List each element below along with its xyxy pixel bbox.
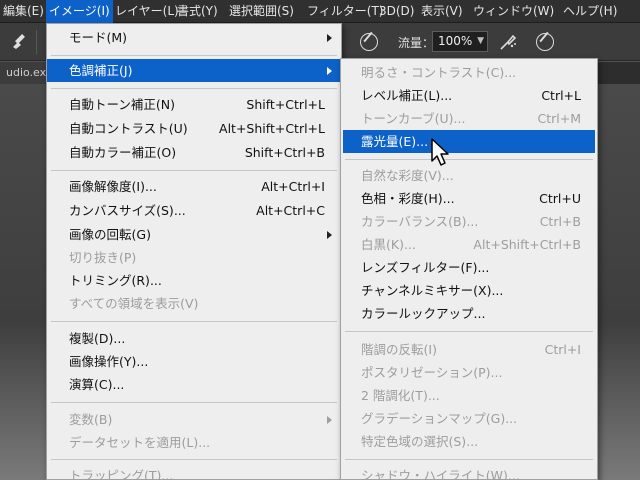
menu-item-mode[interactable]: モード(M) (47, 26, 341, 49)
menu-item-color-lookup[interactable]: カラールックアップ... (341, 302, 597, 325)
menu-item-canvas-size[interactable]: カンバスサイズ(S)... Alt+Ctrl+C (47, 199, 341, 222)
menu-separator (51, 321, 337, 322)
menu-item-reveal-all: すべての領域を表示(V) (69, 296, 199, 311)
menu-item-photo-filter[interactable]: レンズフィルター(F)... (341, 256, 597, 279)
menu-separator (51, 170, 337, 171)
menu-item-image-size[interactable]: 画像解像度(I)... Alt+Ctrl+I (47, 175, 341, 198)
mouse-pointer-icon (430, 137, 452, 167)
menu-separator (345, 159, 593, 160)
divider (36, 30, 37, 54)
menu-filter[interactable]: フィルター(T) (304, 0, 386, 23)
menu-item-posterize: ポスタリゼーション(P)... (361, 365, 503, 380)
menu-item-apply-data-set: データセットを適用(L)... (69, 435, 211, 450)
chevron-down-icon[interactable]: ▼ (477, 32, 484, 51)
menu-select[interactable]: 選択範囲(S) (226, 0, 297, 23)
menu-window[interactable]: ウィンドウ(W) (470, 0, 557, 23)
menu-help[interactable]: ヘルプ(H) (560, 0, 620, 23)
airbrush-icon[interactable] (498, 32, 518, 52)
menu-item-black-white: 白黒(K)... Alt+Shift+Ctrl+B (361, 237, 581, 252)
chevron-right-icon (327, 416, 332, 424)
menu-item-image-rotation[interactable]: 画像の回転(G) (47, 223, 341, 246)
menu-item-hue-saturation[interactable]: 色相・彩度(H)... Ctrl+U (341, 187, 597, 210)
menu-layer[interactable]: レイヤー(L) (112, 0, 182, 23)
menu-item-auto-contrast[interactable]: 自動コントラスト(U) Alt+Shift+Ctrl+L (47, 117, 341, 140)
menu-type[interactable]: 書式(Y) (174, 0, 221, 23)
menu-item-exposure[interactable]: 露光量(E)... (343, 130, 595, 153)
menu-separator (51, 459, 337, 460)
image-menu: モード(M) 色調補正(J) 自動トーン補正(N) Shift+Ctrl+L 自… (46, 23, 342, 480)
menu-item-invert: 階調の反転(I) Ctrl+I (361, 342, 581, 357)
menu-item-auto-color[interactable]: 自動カラー補正(O) Shift+Ctrl+B (47, 141, 341, 164)
menu-item-crop: 切り抜き(P) (69, 250, 137, 265)
menu-view[interactable]: 表示(V) (418, 0, 466, 23)
pressure-size-icon[interactable] (536, 33, 554, 51)
menu-item-apply-image[interactable]: 画像操作(Y)... (47, 350, 341, 373)
menu-item-color-balance: カラーバランス(B)... Ctrl+B (361, 214, 581, 229)
pressure-opacity-icon[interactable] (360, 33, 378, 51)
menu-item-vibrance: 自然な彩度(V)... (361, 168, 454, 183)
menu-item-trim[interactable]: トリミング(R)... (47, 269, 341, 292)
menu-separator (345, 459, 593, 460)
chevron-right-icon (327, 34, 332, 42)
menu-item-threshold: 2 階調化(T)... (361, 388, 440, 403)
menu-item-auto-tone[interactable]: 自動トーン補正(N) Shift+Ctrl+L (47, 93, 341, 116)
adjustments-submenu: 明るさ・コントラスト(C)... レベル補正(L)... Ctrl+L トーンカ… (340, 58, 598, 480)
brush-tool-icon[interactable] (10, 32, 28, 50)
menu-item-selective-color: 特定色域の選択(S)... (361, 434, 479, 449)
menu-bar: 編集(E) イメージ(I) レイヤー(L) 書式(Y) 選択範囲(S) フィルタ… (0, 0, 640, 23)
menu-3d[interactable]: 3D(D) (376, 0, 417, 23)
menu-item-shadows-highlights: シャドウ・ハイライト(W)... (361, 468, 520, 480)
menu-item-gradient-map: グラデーションマップ(G)... (361, 411, 518, 426)
menu-separator (345, 331, 593, 332)
menu-item-variables: 変数(B) (47, 408, 341, 431)
menu-image[interactable]: イメージ(I) (46, 0, 113, 23)
menu-item-levels[interactable]: レベル補正(L)... Ctrl+L (341, 84, 597, 107)
menu-item-trap: トラッピング(T)... (69, 468, 174, 480)
chevron-right-icon (327, 231, 332, 239)
menu-item-duplicate[interactable]: 複製(D)... (47, 327, 341, 350)
menu-item-channel-mixer[interactable]: チャンネルミキサー(X)... (341, 279, 597, 302)
menu-separator (51, 88, 337, 89)
menu-item-curves: トーンカーブ(U)... Ctrl+M (361, 111, 581, 126)
chevron-right-icon (327, 67, 332, 75)
menu-edit[interactable]: 編集(E) (0, 0, 47, 23)
flow-value: 100% (438, 34, 473, 48)
menu-item-brightness-contrast: 明るさ・コントラスト(C)... (361, 65, 517, 80)
menu-separator (51, 55, 337, 56)
flow-input[interactable]: 100% ▼ (432, 31, 488, 52)
menu-item-adjustments[interactable]: 色調補正(J) (47, 59, 341, 82)
menu-separator (51, 402, 337, 403)
flow-label: 流量： (398, 36, 435, 50)
menu-item-calculations[interactable]: 演算(C)... (47, 373, 341, 396)
